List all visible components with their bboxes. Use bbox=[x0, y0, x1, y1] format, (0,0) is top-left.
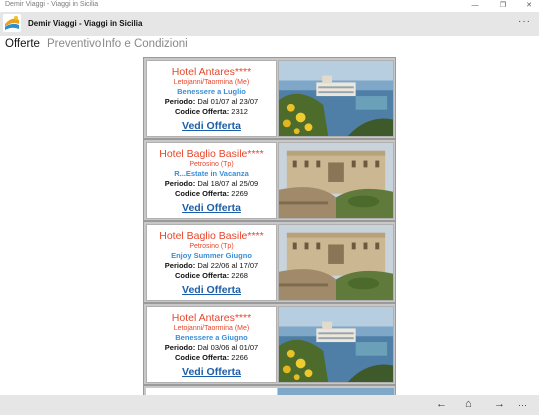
restore-button[interactable]: ❐ bbox=[494, 0, 512, 12]
hotel-location: Letojanni/Taormina (Me) bbox=[173, 325, 250, 332]
offer-name: Benessere a Giugno bbox=[175, 333, 248, 342]
offer-info bbox=[146, 388, 277, 395]
code-value: 2266 bbox=[231, 352, 248, 362]
tab-preventivo[interactable]: Preventivo bbox=[47, 38, 101, 50]
baglio-courtyard-photo bbox=[278, 142, 394, 219]
hotel-name: Hotel Baglio Basile**** bbox=[159, 148, 264, 160]
hotel-name: Hotel Antares**** bbox=[171, 66, 252, 78]
window-title: Demir Viaggi - Viaggi in Sicilia bbox=[5, 1, 99, 8]
offer-code: Codice Offerta: 2268 bbox=[147, 271, 276, 281]
hotel-name: Hotel Baglio Basile**** bbox=[159, 230, 264, 242]
minimize-button[interactable]: — bbox=[466, 0, 484, 12]
offer-period: Periodo: Dal 03/06 al 01/07 bbox=[147, 343, 276, 353]
vedi-offerta-link[interactable]: Vedi Offerta bbox=[147, 202, 276, 215]
offer-card-partial[interactable] bbox=[143, 385, 396, 395]
offer-card[interactable]: Hotel Antares**** Letojanni/Taormina (Me… bbox=[143, 57, 396, 139]
tab-offerte[interactable]: Offerte bbox=[5, 38, 40, 50]
offer-name: Enjoy Summer Giugno bbox=[171, 251, 252, 260]
code-value: 2269 bbox=[231, 188, 248, 198]
more-icon[interactable]: ··· bbox=[518, 400, 527, 410]
app-more-icon[interactable]: ··· bbox=[518, 16, 531, 27]
offer-info: Hotel Baglio Basile**** Petrosino (Tp) E… bbox=[146, 224, 277, 301]
hotel-location: Petrosino (Tp) bbox=[189, 161, 234, 168]
seaside-hotel-photo bbox=[278, 60, 394, 137]
app-logo-icon bbox=[3, 14, 21, 32]
hotel-location: Petrosino (Tp) bbox=[189, 243, 234, 250]
vedi-offerta-link[interactable]: Vedi Offerta bbox=[147, 120, 276, 133]
hotel-name: Hotel Antares**** bbox=[171, 312, 252, 324]
offer-code: Codice Offerta: 2266 bbox=[147, 353, 276, 363]
period-label: Periodo: bbox=[164, 97, 196, 106]
offer-period: Periodo: Dal 22/06 al 17/07 bbox=[147, 261, 276, 271]
forward-arrow-icon[interactable]: → bbox=[494, 398, 505, 410]
vedi-offerta-link[interactable]: Vedi Offerta bbox=[147, 366, 276, 379]
offer-name: R...Estate in Vacanza bbox=[174, 169, 249, 178]
period-value: Dal 03/06 al 01/07 bbox=[197, 343, 259, 352]
code-value: 2312 bbox=[231, 106, 248, 116]
vedi-offerta-link[interactable]: Vedi Offerta bbox=[147, 284, 276, 297]
offer-code: Codice Offerta: 2312 bbox=[147, 107, 276, 117]
home-icon[interactable]: ⌂ bbox=[465, 398, 472, 410]
offer-period: Periodo: Dal 01/07 al 23/07 bbox=[147, 97, 276, 107]
offers-list[interactable]: Hotel Antares**** Letojanni/Taormina (Me… bbox=[143, 57, 396, 395]
code-label: Codice Offerta: bbox=[175, 270, 230, 280]
period-label: Periodo: bbox=[164, 179, 196, 188]
tab-bar: Offerte Preventivo Info e Condizioni bbox=[0, 36, 539, 56]
period-label: Periodo: bbox=[164, 261, 196, 270]
offer-info: Hotel Antares**** Letojanni/Taormina (Me… bbox=[146, 306, 277, 383]
period-value: Dal 18/07 al 25/09 bbox=[197, 179, 259, 188]
offer-card[interactable]: Hotel Baglio Basile**** Petrosino (Tp) R… bbox=[143, 139, 396, 221]
offer-name: Benessere a Luglio bbox=[177, 87, 246, 96]
offer-code: Codice Offerta: 2269 bbox=[147, 189, 276, 199]
period-label: Periodo: bbox=[164, 343, 196, 352]
offer-info: Hotel Baglio Basile**** Petrosino (Tp) R… bbox=[146, 142, 277, 219]
window-titlebar: Demir Viaggi - Viaggi in Sicilia — ❐ ✕ bbox=[0, 0, 539, 12]
app-title: Demir Viaggi - Viaggi in Sicilia bbox=[28, 19, 143, 28]
code-value: 2268 bbox=[231, 270, 248, 280]
close-button[interactable]: ✕ bbox=[520, 0, 538, 12]
offer-info: Hotel Antares**** Letojanni/Taormina (Me… bbox=[146, 60, 277, 137]
offer-card[interactable]: Hotel Baglio Basile**** Petrosino (Tp) E… bbox=[143, 221, 396, 303]
code-label: Codice Offerta: bbox=[175, 352, 230, 362]
seaside-hotel-photo bbox=[278, 306, 394, 383]
period-value: Dal 01/07 al 23/07 bbox=[197, 97, 259, 106]
app-header: Demir Viaggi - Viaggi in Sicilia ··· bbox=[0, 12, 539, 36]
bottom-app-bar: ← ⌂ → ··· bbox=[0, 395, 539, 415]
period-value: Dal 22/06 al 17/07 bbox=[197, 261, 259, 270]
offer-period: Periodo: Dal 18/07 al 25/09 bbox=[147, 179, 276, 189]
baglio-courtyard-photo bbox=[278, 224, 394, 301]
back-arrow-icon[interactable]: ← bbox=[436, 398, 447, 410]
hotel-location: Letojanni/Taormina (Me) bbox=[173, 79, 250, 86]
code-label: Codice Offerta: bbox=[175, 188, 230, 198]
offer-photo bbox=[278, 388, 394, 395]
tab-info-condizioni[interactable]: Info e Condizioni bbox=[102, 38, 188, 50]
offer-card[interactable]: Hotel Antares**** Letojanni/Taormina (Me… bbox=[143, 303, 396, 385]
code-label: Codice Offerta: bbox=[175, 106, 230, 116]
